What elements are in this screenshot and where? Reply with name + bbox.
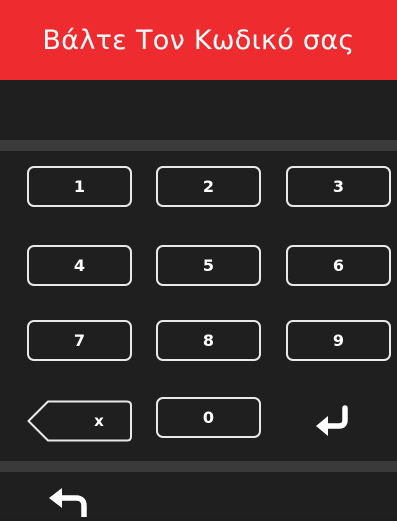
key-1[interactable]: 1 (27, 166, 132, 207)
passcode-screen: Βάλτε Τον Κωδικό σας 1 2 3 4 5 6 7 8 9 x… (0, 0, 397, 520)
page-title: Βάλτε Τον Κωδικό σας (42, 24, 355, 56)
key-7[interactable]: 7 (27, 320, 132, 361)
key-8[interactable]: 8 (156, 320, 261, 361)
title-bar: Βάλτε Τον Κωδικό σας (0, 0, 397, 80)
back-arrow-icon (49, 488, 87, 520)
backspace-button[interactable]: x (27, 400, 133, 442)
enter-button[interactable] (311, 404, 355, 440)
key-5[interactable]: 5 (156, 245, 261, 286)
key-0[interactable]: 0 (156, 397, 261, 438)
key-2[interactable]: 2 (156, 166, 261, 207)
backspace-label: x (94, 412, 104, 430)
key-6[interactable]: 6 (286, 245, 391, 286)
enter-return-icon (316, 405, 348, 436)
key-3[interactable]: 3 (286, 166, 391, 207)
top-divider (0, 140, 397, 151)
bottom-divider (0, 461, 397, 472)
back-button[interactable] (46, 486, 90, 520)
key-4[interactable]: 4 (27, 245, 132, 286)
code-display-field (0, 80, 397, 140)
key-9[interactable]: 9 (286, 320, 391, 361)
